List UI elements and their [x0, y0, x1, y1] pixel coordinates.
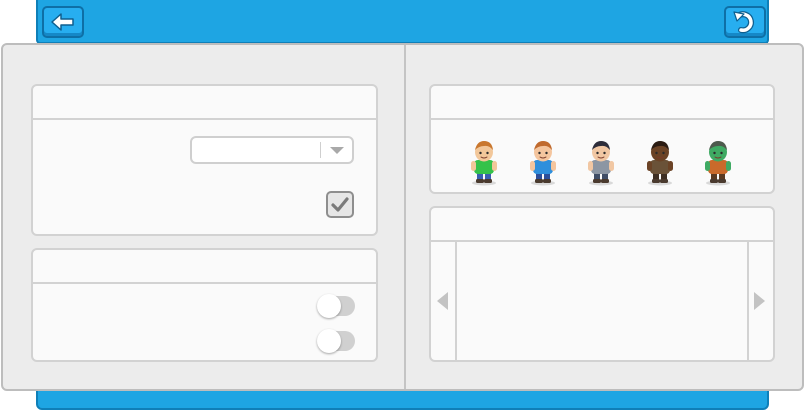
toggles-panel: [31, 248, 378, 362]
chevron-right-icon[interactable]: [754, 292, 765, 310]
character-green-creature[interactable]: [702, 138, 734, 186]
toggle-knob: [317, 294, 341, 318]
arrow-left-icon: [51, 13, 74, 31]
toggle-switch-2[interactable]: [317, 329, 355, 353]
option-dropdown[interactable]: [190, 136, 354, 164]
preview-panel: [429, 206, 775, 362]
characters-panel: [429, 84, 775, 194]
character-man-brown-outfit[interactable]: [644, 138, 676, 186]
preview-panel-header: [431, 208, 773, 242]
characters-panel-header: [431, 86, 773, 120]
toggle-knob: [317, 329, 341, 353]
settings-panel: [31, 84, 378, 236]
chevron-left-icon[interactable]: [437, 292, 448, 310]
top-toolbar: [36, 0, 769, 44]
settings-panel-header: [33, 86, 376, 120]
character-boy-green-shirt[interactable]: [468, 138, 500, 186]
dropdown-separator: [320, 142, 321, 158]
undo-icon: [733, 11, 754, 34]
checkmark-icon: [331, 196, 349, 212]
character-man-gray-shirt[interactable]: [585, 138, 617, 186]
settings-book: [1, 43, 804, 391]
toggle-switch-1[interactable]: [317, 294, 355, 318]
toggles-panel-header: [33, 250, 376, 284]
undo-button[interactable]: [724, 6, 766, 38]
chevron-down-icon: [330, 147, 344, 154]
option-checkbox[interactable]: [326, 191, 354, 218]
character-girl-blue-shirt[interactable]: [527, 138, 559, 186]
page-divider: [404, 45, 406, 389]
back-button[interactable]: [42, 6, 84, 38]
